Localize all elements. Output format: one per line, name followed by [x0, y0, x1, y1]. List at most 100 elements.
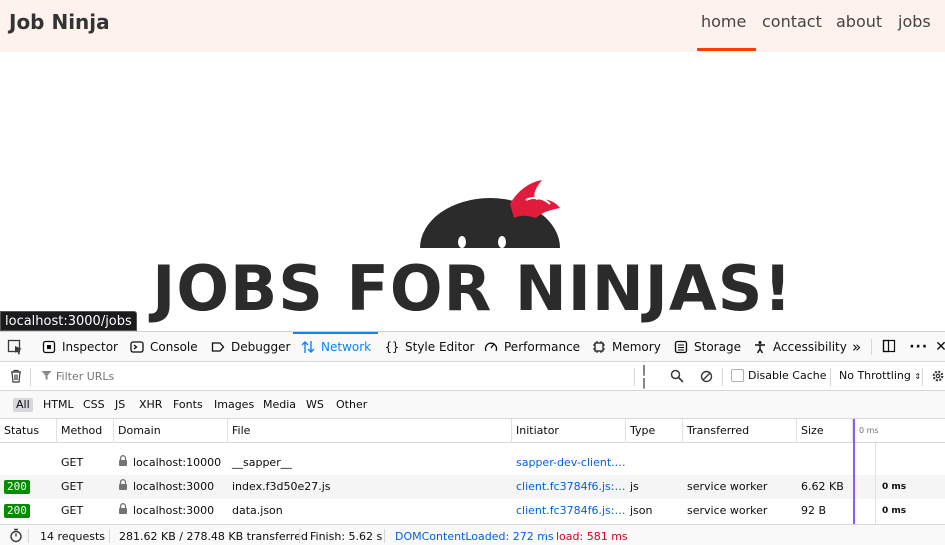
element-picker-icon[interactable]	[7, 339, 23, 355]
column-header-method[interactable]: Method	[57, 419, 114, 443]
site-brand[interactable]: Job Ninja	[9, 10, 110, 34]
filter-fonts-button[interactable]: Fonts	[170, 398, 206, 412]
network-toolbar: | | Disable Cache No Throttling ⇕	[0, 362, 945, 391]
tab-label: Console	[150, 340, 198, 354]
divider	[871, 339, 873, 355]
tab-accessibility[interactable]: Accessibility	[752, 332, 847, 362]
transferred-cell	[683, 451, 797, 475]
divider	[722, 368, 723, 386]
more-options-icon[interactable]: ···	[909, 339, 928, 355]
column-header-initiator[interactable]: Initiator	[512, 419, 626, 443]
tab-inspector[interactable]: Inspector	[41, 332, 118, 362]
filter-media-button[interactable]: Media	[260, 398, 299, 412]
tab-style-editor[interactable]: {} Style Editor	[384, 332, 475, 362]
tab-debugger[interactable]: Debugger	[210, 332, 290, 362]
filter-html-button[interactable]: HTML	[40, 398, 77, 412]
divider	[634, 368, 635, 386]
filter-urls-input[interactable]	[38, 365, 633, 387]
file-cell: __sapper__	[232, 456, 292, 469]
url-tooltip: localhost:3000/jobs	[0, 311, 137, 331]
status-cell	[0, 451, 57, 475]
throttling-label: No Throttling	[839, 369, 911, 382]
divider	[545, 529, 546, 543]
column-header-type[interactable]: Type	[626, 419, 683, 443]
transfer-size: 281.62 KB / 278.48 KB transferred	[119, 530, 308, 543]
divider	[830, 368, 831, 386]
nav-link-about[interactable]: about	[836, 12, 882, 31]
filter-all-button[interactable]: All	[13, 398, 33, 412]
tab-label: Performance	[504, 340, 581, 354]
pause-icon[interactable]: | |	[642, 363, 658, 389]
divider	[299, 529, 300, 543]
table-row[interactable]: 200 GET localhost:3000 index.f3d50e27.js…	[0, 475, 945, 499]
initiator-link[interactable]: client.fc3784f6.js:17...	[512, 475, 626, 499]
column-header-waterfall[interactable]: 0 ms	[853, 419, 945, 443]
network-statusbar: 14 requests 281.62 KB / 278.48 KB transf…	[0, 524, 945, 545]
initiator-link[interactable]: client.fc3784f6.js:22...	[512, 499, 626, 523]
memory-icon	[591, 339, 607, 355]
domain-cell: localhost:3000	[114, 475, 228, 499]
type-cell: json	[630, 504, 653, 517]
tab-network[interactable]: Network	[292, 332, 379, 362]
storage-icon	[673, 339, 689, 355]
divider	[384, 529, 385, 543]
filter-xhr-button[interactable]: XHR	[136, 398, 165, 412]
column-header-size[interactable]: Size	[797, 419, 853, 443]
column-header-status[interactable]: Status	[0, 419, 57, 443]
tab-memory[interactable]: Memory	[591, 332, 661, 362]
divider	[109, 529, 110, 543]
disable-cache-checkbox[interactable]	[731, 369, 744, 382]
ninja-logo-icon	[420, 180, 560, 248]
tab-label: Style Editor	[405, 340, 475, 354]
throttling-select[interactable]: No Throttling ⇕	[839, 369, 921, 382]
transferred-cell: service worker	[687, 480, 768, 493]
more-tabs-chevron-icon[interactable]: »	[852, 338, 861, 356]
status-badge: 200	[4, 480, 30, 494]
requests-table-header: Status Method Domain File Initiator Type…	[0, 419, 945, 443]
inspector-icon	[41, 339, 57, 355]
domain-cell: localhost:10000	[114, 451, 228, 475]
stopwatch-icon[interactable]	[9, 528, 23, 545]
clear-requests-trash-icon[interactable]	[8, 368, 24, 384]
filter-images-button[interactable]: Images	[211, 398, 257, 412]
filter-css-button[interactable]: CSS	[80, 398, 108, 412]
domain-cell: localhost:3000	[114, 499, 228, 523]
lock-icon	[118, 499, 128, 523]
filter-js-button[interactable]: JS	[112, 398, 128, 412]
responsive-mode-icon[interactable]	[882, 339, 896, 356]
nav-link-contact[interactable]: contact	[762, 12, 822, 31]
finish-time: Finish: 5.62 s	[310, 530, 383, 543]
tab-performance[interactable]: Performance	[483, 332, 580, 362]
tabbar-actions: » ··· ✕	[852, 332, 945, 362]
request-count: 14 requests	[40, 530, 106, 543]
domain-text: localhost:3000	[133, 504, 215, 517]
nav-link-jobs[interactable]: jobs	[898, 12, 931, 31]
disable-cache-label: Disable Cache	[748, 369, 827, 382]
filter-other-button[interactable]: Other	[333, 398, 370, 412]
column-header-file[interactable]: File	[228, 419, 512, 443]
divider	[922, 368, 923, 386]
tab-storage[interactable]: Storage	[673, 332, 741, 362]
search-icon[interactable]	[669, 368, 685, 384]
waterfall-marker	[853, 443, 855, 524]
table-row[interactable]: GET localhost:10000 __sapper__ sapper-de…	[0, 451, 945, 475]
nav-link-home[interactable]: home	[701, 12, 746, 31]
initiator-link[interactable]: sapper-dev-client.1...	[512, 451, 626, 475]
gear-icon[interactable]	[930, 368, 945, 384]
column-header-domain[interactable]: Domain	[114, 419, 228, 443]
filter-ws-button[interactable]: WS	[303, 398, 327, 412]
column-header-transferred[interactable]: Transferred	[683, 419, 797, 443]
tab-label: Inspector	[62, 340, 118, 354]
tab-console[interactable]: Console	[129, 332, 198, 362]
block-icon[interactable]	[698, 368, 714, 384]
table-row[interactable]: 200 GET localhost:3000 data.json client.…	[0, 499, 945, 523]
lock-icon	[118, 451, 128, 475]
tab-label: Network	[321, 340, 372, 354]
site-nav: home contact about jobs	[685, 0, 945, 52]
tab-label: Storage	[694, 340, 741, 354]
waterfall-timing: 0 ms	[882, 506, 907, 516]
close-icon[interactable]: ✕	[935, 339, 945, 355]
accessibility-icon	[752, 339, 768, 355]
divider	[30, 368, 31, 386]
domain-text: localhost:3000	[133, 480, 215, 493]
